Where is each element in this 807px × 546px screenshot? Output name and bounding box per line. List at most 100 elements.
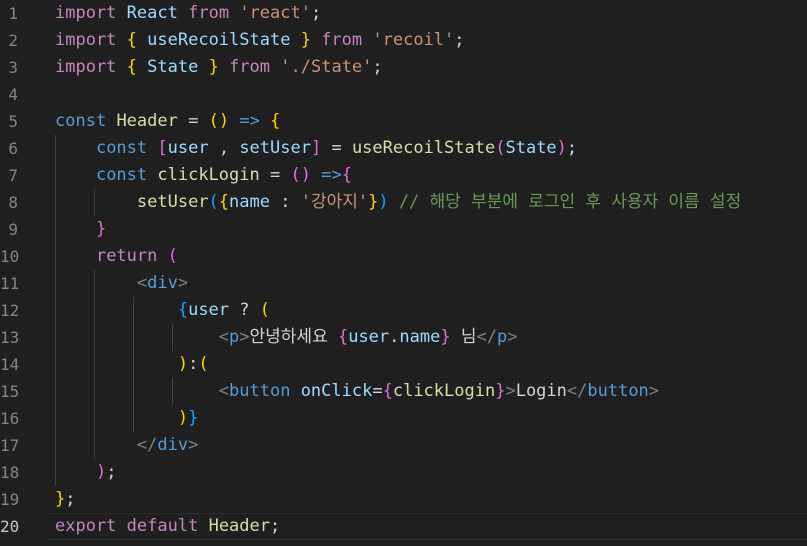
code-token: ) [300, 165, 311, 185]
line-number: 13 [0, 328, 20, 347]
code-line[interactable]: 2 import { useRecoilState } from 'recoil'… [0, 27, 807, 54]
code-line[interactable]: 18 ); [0, 459, 807, 486]
code-token: > [648, 381, 660, 401]
code-token: } [440, 327, 451, 347]
line-number: 8 [8, 193, 18, 212]
code-token: ; [566, 138, 578, 158]
code-text: import { useRecoilState } from 'recoil'; [55, 27, 465, 54]
code-line[interactable]: 7 const clickLogin = () =>{ [0, 162, 807, 189]
code-line[interactable]: 3 import { State } from './State'; [0, 54, 807, 81]
code-token: State [505, 138, 557, 158]
code-token: clickLogin [157, 165, 260, 185]
code-token: ; [454, 30, 465, 50]
code-line[interactable]: 20 export default Header; [0, 513, 807, 540]
code-line[interactable]: 9 } [0, 216, 807, 243]
code-token: name [229, 192, 270, 212]
code-text: )} [55, 405, 199, 432]
code-token: clickLogin [392, 381, 496, 401]
code-token: const [55, 111, 107, 131]
code-token: 'recoil' [372, 30, 455, 50]
line-number: 9 [8, 220, 18, 239]
code-token: ( [167, 246, 178, 266]
code-token: </ [566, 381, 588, 401]
line-number: 5 [8, 112, 18, 131]
line-number: 17 [0, 436, 20, 455]
code-token: Header [116, 111, 178, 131]
code-token: > [239, 327, 250, 347]
code-token: ; [106, 462, 117, 482]
code-token: State [136, 57, 209, 77]
code-line[interactable]: 13 <p>안녕하세요 {user.name} 님</p> [0, 324, 807, 351]
code-line[interactable]: 11 <div> [0, 270, 807, 297]
code-token: 안녕하세요 [249, 327, 338, 347]
code-token: < [218, 327, 230, 347]
code-line[interactable]: 1 import React from 'react'; [0, 0, 807, 27]
code-token: from [188, 3, 230, 23]
code-token: ) [177, 408, 189, 428]
code-line[interactable]: 19}; [0, 486, 807, 513]
code-token: = [321, 138, 352, 158]
code-token: useRecoilState [351, 138, 496, 158]
code-token: div [157, 435, 189, 455]
code-token: export [55, 516, 117, 536]
code-text: const Header = () => { [55, 108, 280, 135]
code-token: // 해당 부분에 로그인 후 사용자 이름 설정 [398, 192, 742, 212]
code-token: ? [229, 300, 260, 320]
code-line[interactable]: 10 return ( [0, 243, 807, 270]
code-token: { [126, 30, 137, 50]
code-token: { [337, 327, 349, 347]
line-number: 12 [0, 301, 20, 320]
code-token: p [229, 327, 240, 347]
code-line[interactable]: 16 )} [0, 405, 807, 432]
code-token: . [389, 327, 400, 347]
code-text: }; [55, 486, 76, 513]
code-line[interactable]: 8 setUser({name : '강아지'}) // 해당 부분에 로그인 … [0, 189, 807, 216]
code-token: ; [310, 3, 322, 23]
code-token: name [399, 327, 441, 347]
code-token: setUser [239, 138, 311, 158]
code-token: ; [270, 516, 281, 536]
code-line[interactable]: 14 ):( [0, 351, 807, 378]
code-token: > [505, 381, 516, 401]
code-line[interactable]: 5 const Header = () => { [0, 108, 807, 135]
line-number: 19 [0, 490, 20, 509]
code-token: : [270, 192, 301, 212]
code-token: useRecoilState [136, 30, 301, 50]
code-token: > [188, 435, 199, 455]
code-token: ) [177, 354, 189, 374]
code-text: ); [55, 459, 117, 486]
code-line[interactable]: 15 <button onClick={clickLogin}>Login</b… [0, 378, 807, 405]
code-editor[interactable]: 1 import React from 'react'; 2 import { use… [0, 0, 807, 546]
code-token: 'react' [239, 3, 311, 23]
code-token: { [341, 165, 352, 185]
code-token: import [55, 57, 117, 77]
line-number: 20 [0, 517, 20, 536]
code-line[interactable]: 4 [0, 81, 807, 108]
code-text: return ( [55, 243, 178, 270]
code-token: } [208, 57, 219, 77]
code-text: import React from 'react'; [55, 0, 321, 27]
code-line[interactable]: 6 const [user , setUser] = useRecoilStat… [0, 135, 807, 162]
code-token: default [126, 516, 199, 536]
line-number: 14 [0, 355, 20, 374]
code-token: ( [198, 354, 209, 374]
code-text: setUser({name : '강아지'}) // 해당 부분에 로그인 후 … [55, 189, 741, 216]
code-text: import { State } from './State'; [55, 54, 383, 81]
code-token: user [348, 327, 390, 347]
line-number: 6 [8, 139, 18, 158]
code-line[interactable]: 17 </div> [0, 432, 807, 459]
code-line[interactable]: 12 {user ? ( [0, 297, 807, 324]
code-token: < [218, 381, 230, 401]
code-token: => [239, 111, 260, 131]
code-token: : [188, 354, 199, 374]
